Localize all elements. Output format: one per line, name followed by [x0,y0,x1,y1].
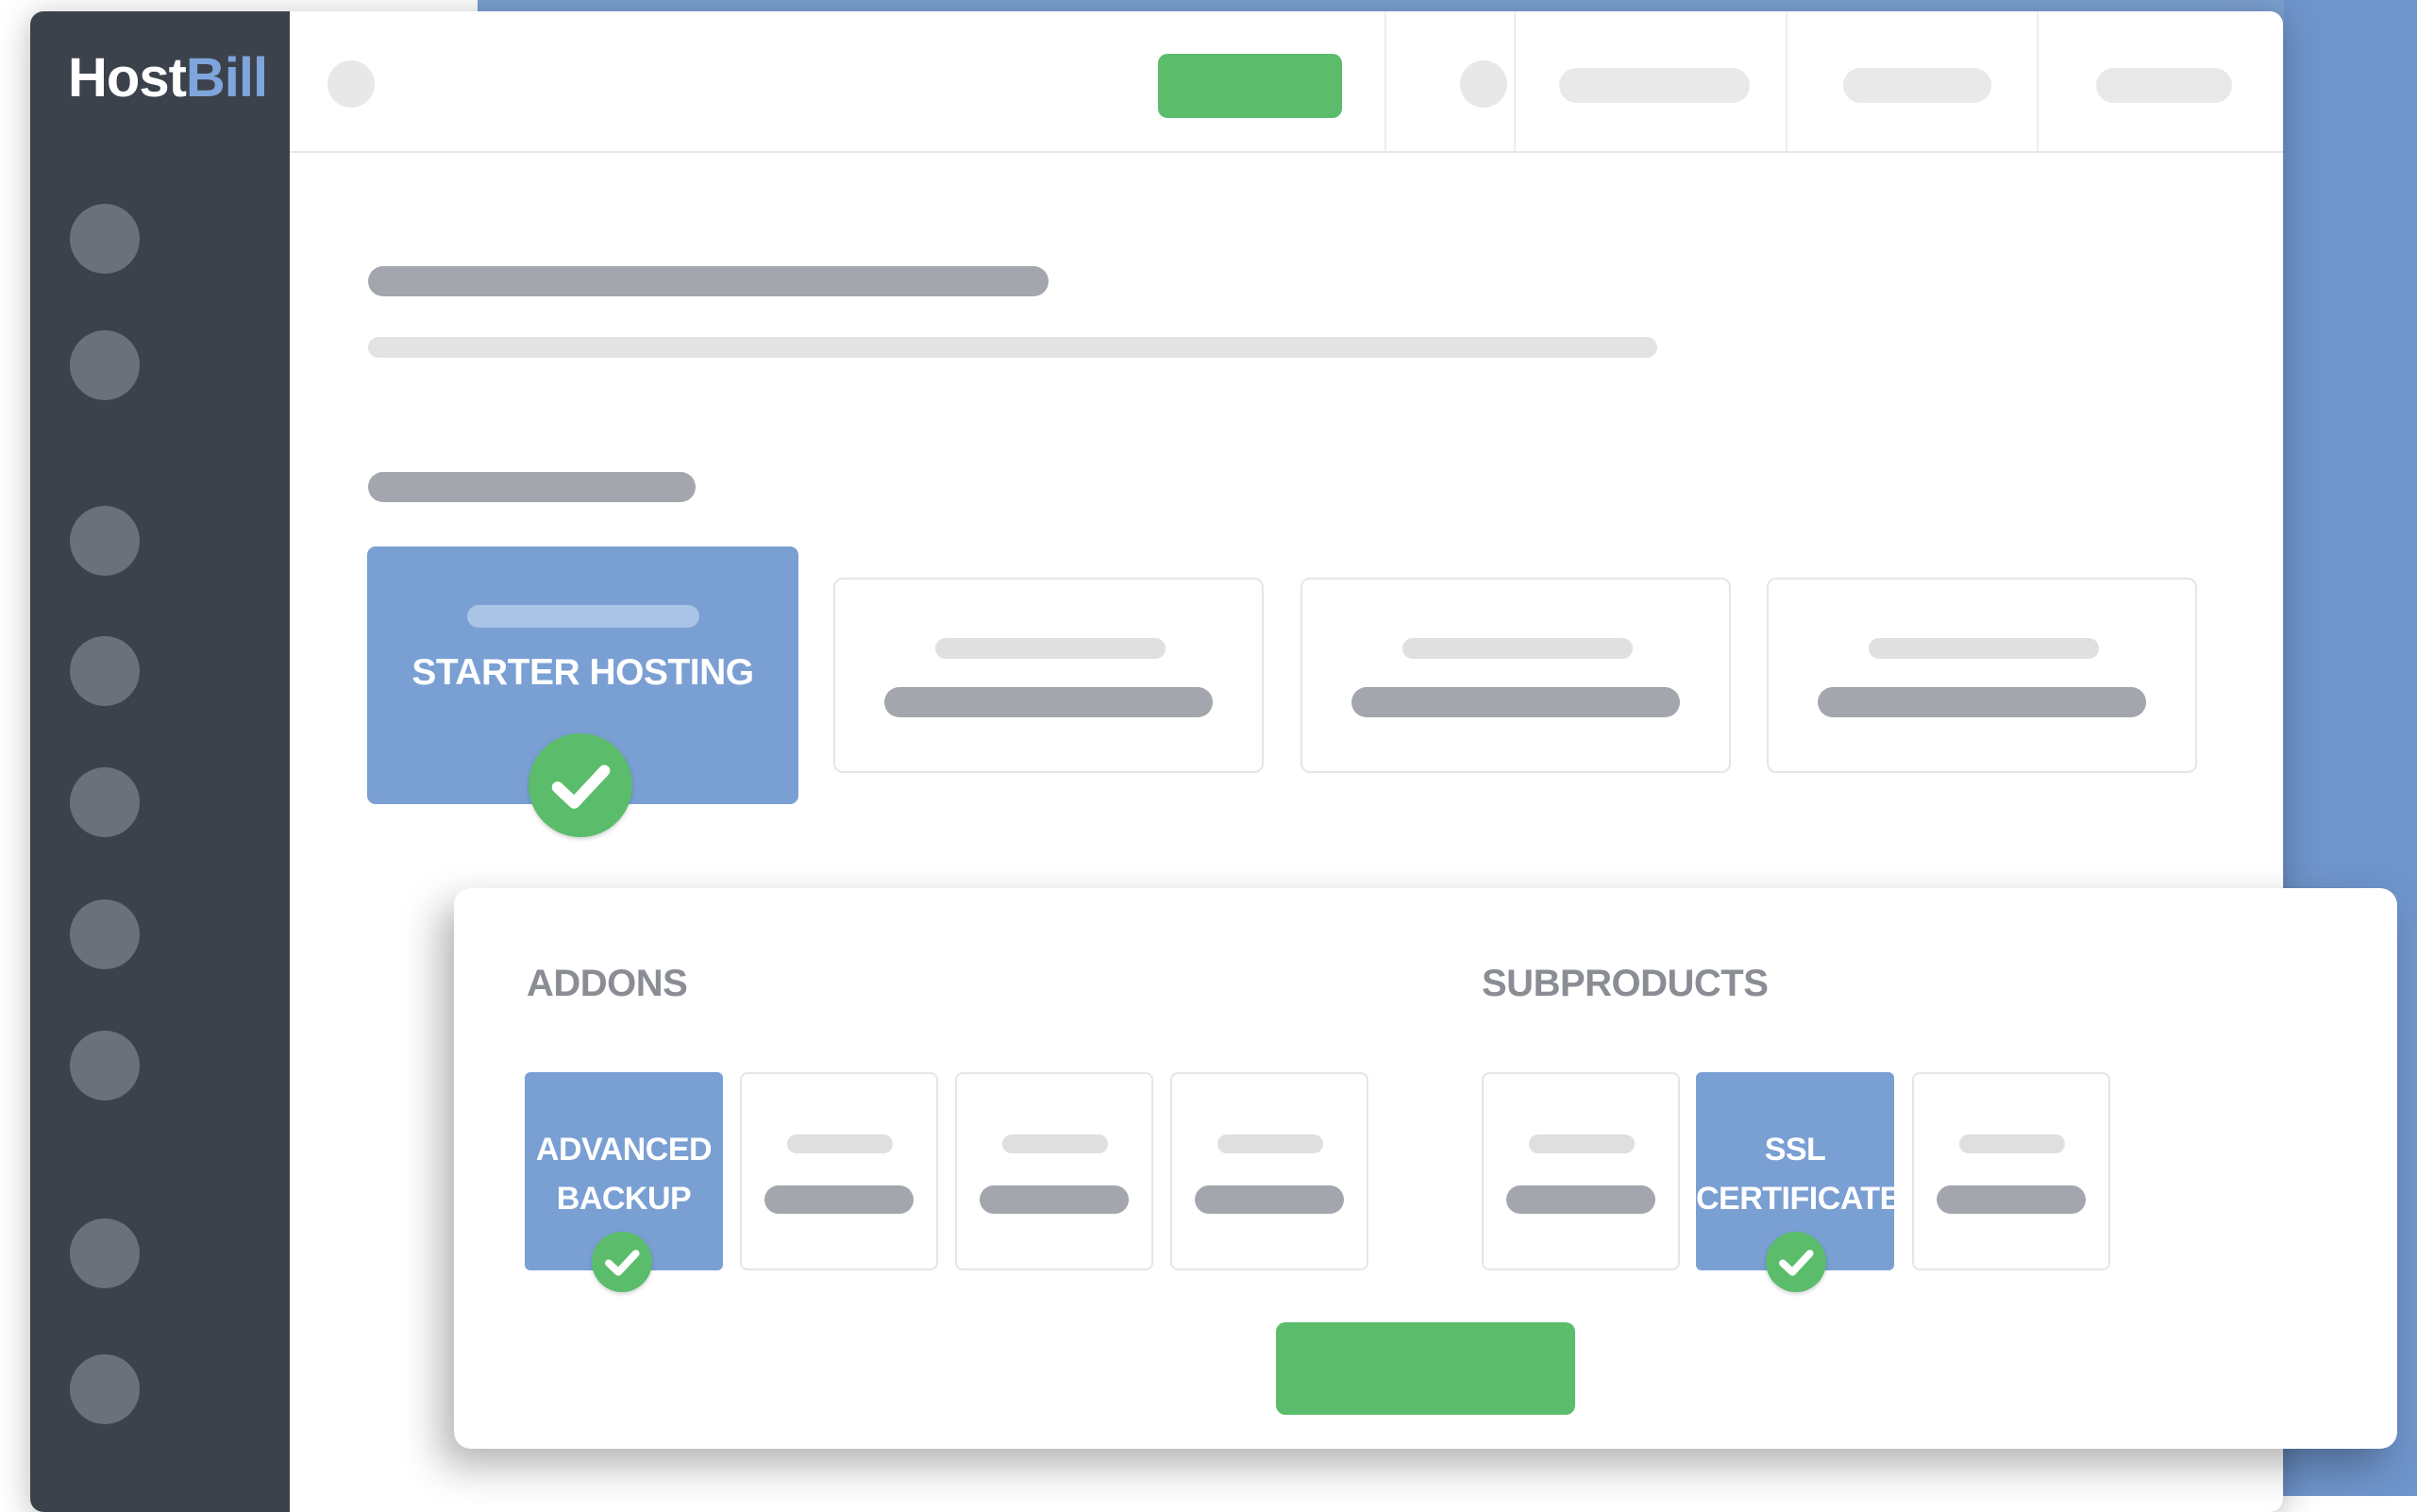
plan-card[interactable] [1767,578,2197,773]
sidebar-nav-icon-4[interactable] [70,636,140,706]
sidebar-nav-icon-7[interactable] [70,1031,140,1100]
sidebar-nav-icon-1[interactable] [70,204,140,274]
sidebar-nav-icon-5[interactable] [70,767,140,837]
logo-bill-text: Bill [185,47,268,109]
topbar-divider [1385,11,1386,151]
notification-icon[interactable] [1460,60,1507,108]
plan-card[interactable] [833,578,1264,773]
search-icon[interactable] [327,60,375,108]
sidebar-nav-icon-3[interactable] [70,506,140,576]
addon-card-line-placeholder [787,1134,893,1153]
addon-label: ADVANCED BACKUP [525,1125,723,1223]
addons-heading: ADDONS [527,963,688,1004]
sidebar-nav-icon-2[interactable] [70,330,140,400]
addon-card-line-placeholder [1195,1185,1344,1214]
plan-card-line-placeholder [1351,687,1680,717]
addon-card-line-placeholder [1217,1134,1323,1153]
topbar-menu-item-2[interactable] [1843,68,1991,103]
topbar-divider [2037,11,2039,151]
top-bar [290,11,2283,153]
section-label-placeholder [368,472,696,502]
continue-button[interactable] [1276,1322,1575,1415]
addon-card[interactable] [955,1072,1153,1270]
page-subtitle-placeholder [368,337,1657,358]
subproduct-card-line-placeholder [1937,1185,2086,1214]
page-title-placeholder [368,266,1049,296]
subproduct-label-line-1: SSL [1764,1132,1826,1168]
subproduct-card-line-placeholder [1506,1185,1655,1214]
addon-label-line-1: ADVANCED [535,1132,713,1168]
subproduct-label-line-2: CERTIFICATE [1696,1181,1901,1217]
subproduct-card[interactable] [1482,1072,1680,1270]
topbar-menu-item-3[interactable] [2096,68,2232,103]
subproducts-heading: SUBPRODUCTS [1482,963,1769,1004]
plan-card-line-placeholder [1869,638,2099,659]
topbar-divider [1786,11,1788,151]
top-action-button[interactable] [1158,54,1342,118]
subproduct-label: SSL CERTIFICATE [1696,1125,1901,1223]
hostbill-logo[interactable]: HostBill [68,51,268,106]
sidebar-nav-icon-8[interactable] [70,1218,140,1288]
sidebar: HostBill [30,11,290,1512]
sidebar-nav-icon-9[interactable] [70,1354,140,1424]
plan-card-line-placeholder [935,638,1166,659]
plan-card-line-placeholder [884,687,1213,717]
plan-title: STARTER HOSTING [411,652,754,693]
topbar-menu-item-1[interactable] [1559,68,1750,103]
addon-card-line-placeholder [980,1185,1129,1214]
plan-card[interactable] [1301,578,1731,773]
logo-host-text: Host [68,47,187,109]
plan-card-line-placeholder [467,605,699,628]
subproduct-card[interactable] [1912,1072,2110,1270]
options-panel: ADDONS SUBPRODUCTS ADVANCED BACKUP SSL CER… [454,888,2397,1449]
check-icon [1766,1232,1826,1292]
plan-card-line-placeholder [1402,638,1633,659]
sidebar-nav-icon-6[interactable] [70,899,140,969]
addon-card[interactable] [1170,1072,1368,1270]
subproduct-card-line-placeholder [1959,1134,2065,1153]
addon-card[interactable] [740,1072,938,1270]
addon-card-line-placeholder [1002,1134,1108,1153]
addon-label-line-2: BACKUP [556,1181,692,1217]
plan-card-line-placeholder [1818,687,2146,717]
topbar-divider [1514,11,1516,151]
check-icon [529,733,632,837]
addon-card-line-placeholder [764,1185,914,1214]
check-icon [592,1232,652,1292]
subproduct-card-line-placeholder [1529,1134,1635,1153]
